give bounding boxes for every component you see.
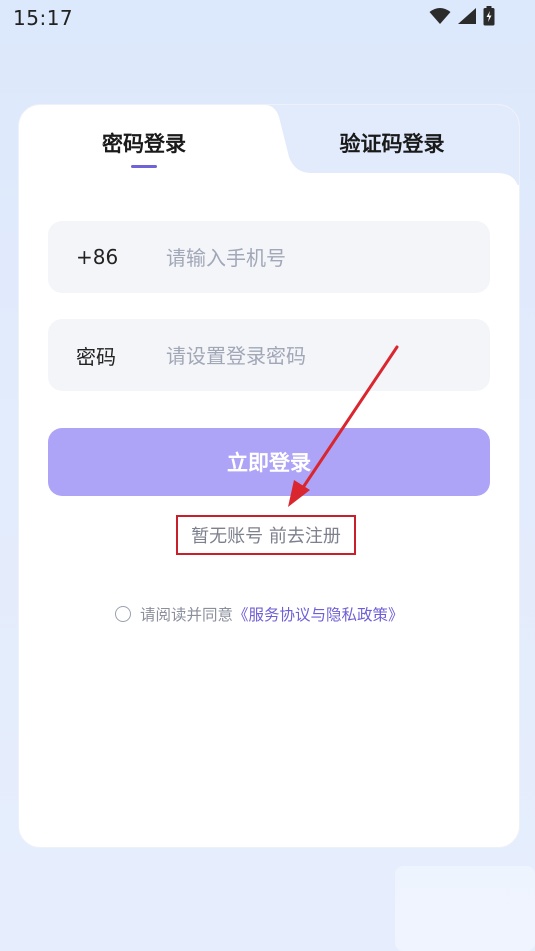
status-bar: 15:17	[0, 0, 535, 40]
register-link[interactable]: 暂无账号 前去注册	[178, 517, 354, 553]
phone-field: +86	[48, 221, 490, 293]
password-input[interactable]	[164, 333, 468, 379]
corner-glow	[395, 866, 535, 951]
tab-password-login[interactable]: 密码登录	[51, 123, 237, 163]
password-field: 密码	[48, 319, 490, 391]
agreement-text: 请阅读并同意	[140, 606, 234, 624]
register-highlight-box: 暂无账号 前去注册	[176, 515, 356, 555]
agreement-checkbox[interactable]	[115, 606, 131, 622]
active-tab-indicator	[131, 165, 157, 168]
agreement-row: 请阅读并同意 《服务协议与隐私政策》	[115, 603, 404, 625]
password-label: 密码	[76, 344, 116, 369]
battery-icon	[483, 6, 495, 26]
wifi-icon	[429, 8, 451, 24]
country-code[interactable]: +86	[76, 221, 118, 293]
status-time: 15:17	[13, 6, 74, 30]
signal-icon	[458, 8, 476, 24]
agreement-link[interactable]: 《服务协议与隐私政策》	[233, 603, 404, 625]
status-icons	[429, 6, 495, 26]
tab-sms-login[interactable]: 验证码登录	[297, 123, 487, 163]
login-button[interactable]: 立即登录	[48, 428, 490, 496]
login-card: 密码登录 验证码登录 +86 密码 立即登录 暂无账号 前去注册 请阅读并同意 …	[18, 104, 520, 848]
phone-input[interactable]	[164, 235, 468, 281]
